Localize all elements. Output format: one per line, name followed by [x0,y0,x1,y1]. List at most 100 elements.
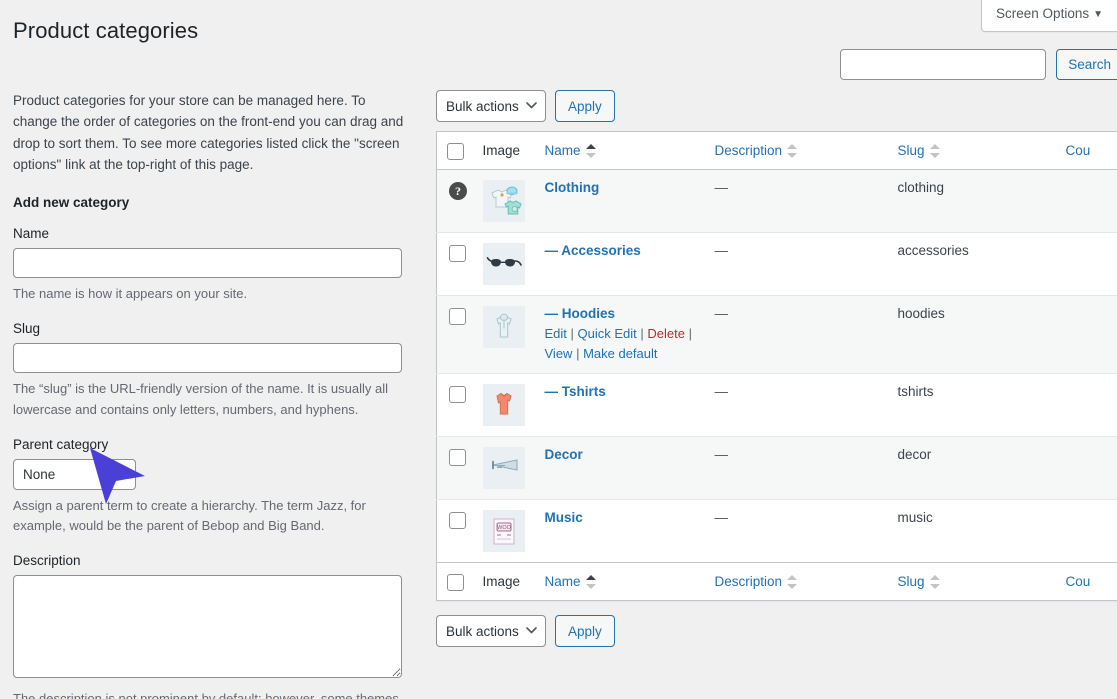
select-all-checkbox-top[interactable] [447,143,464,160]
row-slug-cell: music [888,500,1056,563]
row-slug-cell: accessories [888,233,1056,296]
page-title: Product categories [13,18,198,44]
table-head: Image Name Description Slug Cou [437,132,1117,170]
slug-input[interactable] [13,343,402,373]
field-description: Description The description is not promi… [13,553,405,699]
bulk-actions-select-bottom[interactable]: Bulk actions [436,615,546,647]
category-name-link[interactable]: — Hoodies [545,306,616,321]
row-checkbox[interactable] [449,449,466,466]
row-select-cell [437,500,473,563]
row-count-cell [1056,170,1117,233]
field-parent-category: Parent category None Assign a parent ter… [13,437,405,536]
select-all-checkbox-bottom[interactable] [447,574,464,591]
row-name-cell: — Accessories [535,233,705,296]
category-name-link[interactable]: Clothing [545,180,600,195]
tablenav-bottom: Bulk actions Apply [436,615,1117,647]
row-select-cell [437,374,473,437]
clothing-thumb-icon [483,180,525,222]
category-name-link[interactable]: — Accessories [545,243,641,258]
sort-by-count-link[interactable]: Cou [1066,143,1091,158]
select-all-header [437,132,473,170]
field-name: Name The name is how it appears on your … [13,226,405,304]
sort-indicator-icon [586,575,596,589]
row-checkbox[interactable] [449,512,466,529]
category-name-link[interactable]: Decor [545,447,583,462]
row-description-text: — [715,243,729,258]
table-foot: Image Name Description Slug Cou [437,563,1117,601]
sort-by-description-link[interactable]: Description [715,574,783,589]
table-row: — Hoodies Edit | Quick Edit | Delete | V… [437,296,1117,374]
row-description-text: — [715,306,729,321]
row-image-cell [473,296,535,374]
apply-button-top[interactable]: Apply [555,90,615,122]
sort-by-slug-link[interactable]: Slug [898,143,925,158]
row-action-make-default[interactable]: Make default [583,346,657,361]
row-description-text: — [715,180,729,195]
sort-by-name-link[interactable]: Name [545,574,581,589]
row-slug-cell: decor [888,437,1056,500]
row-description-text: — [715,447,729,462]
admin-page: Screen Options ▼ Product categories Searc… [0,0,1117,699]
bulk-actions-select-top[interactable]: Bulk actions [436,90,546,122]
music-thumb-icon: WOO [483,510,525,552]
row-checkbox[interactable] [449,386,466,403]
table-row: — Accessories — accessories [437,233,1117,296]
bulk-actions-select-wrap-bottom: Bulk actions [436,615,546,647]
row-count-cell [1056,233,1117,296]
row-name-cell: Decor [535,437,705,500]
category-name-link[interactable]: — Tshirts [545,384,606,399]
select-all-footer [437,563,473,601]
category-name-link[interactable]: Music [545,510,583,525]
name-label: Name [13,226,405,241]
row-name-cell: Clothing [535,170,705,233]
description-help: The description is not prominent by defa… [13,689,405,699]
row-checkbox[interactable] [449,308,466,325]
tablenav-top: Bulk actions Apply [436,90,1117,122]
row-action-view[interactable]: View [545,346,573,361]
hoodies-thumb-icon [483,306,525,348]
row-name-text: Music [545,510,583,525]
screen-options-label: Screen Options [996,6,1089,21]
row-slug-cell: tshirts [888,374,1056,437]
row-select-cell: ? [437,170,473,233]
sort-by-name-link[interactable]: Name [545,143,581,158]
sort-by-count-link[interactable]: Cou [1066,574,1091,589]
table-header-row: Image Name Description Slug Cou [437,132,1117,170]
description-textarea[interactable] [13,575,402,678]
screen-options-toggle[interactable]: Screen Options ▼ [981,0,1117,32]
search-input[interactable] [840,49,1046,80]
sort-indicator-icon [930,144,940,158]
name-input[interactable] [13,248,402,278]
sort-indicator-icon [930,575,940,589]
column-footer-description: Description [705,563,888,601]
categories-list-panel: Bulk actions Apply Image Name [436,90,1117,647]
chevron-down-icon: ▼ [1093,9,1103,20]
sort-indicator-icon [787,144,797,158]
row-description-cell: — [705,437,888,500]
sort-by-description-link[interactable]: Description [715,143,783,158]
column-footer-count: Cou [1056,563,1117,601]
row-description-cell: — [705,296,888,374]
row-checkbox[interactable] [449,245,466,262]
table-row: — Tshirts — tshirts [437,374,1117,437]
row-count-cell [1056,500,1117,563]
row-name-text: Hoodies [562,306,615,321]
row-action-quick-edit[interactable]: Quick Edit [578,326,637,341]
row-actions: Edit | Quick Edit | Delete | View | Make… [545,324,695,363]
parent-category-help: Assign a parent term to create a hierarc… [13,496,405,536]
apply-button-bottom[interactable]: Apply [555,615,615,647]
tshirts-thumb-icon [483,384,525,426]
search-button[interactable]: Search [1056,49,1117,80]
column-header-image: Image [473,132,535,170]
row-name-cell: — Tshirts [535,374,705,437]
help-icon[interactable]: ? [449,182,467,200]
decor-thumb-icon [483,447,525,489]
row-action-edit[interactable]: Edit [545,326,567,341]
row-count-cell [1056,296,1117,374]
parent-category-select[interactable]: None [13,459,136,490]
row-description-text: — [715,510,729,525]
sort-by-slug-link[interactable]: Slug [898,574,925,589]
sort-indicator-icon [586,144,596,158]
row-image-cell: WOO [473,500,535,563]
row-action-delete[interactable]: Delete [647,326,685,341]
